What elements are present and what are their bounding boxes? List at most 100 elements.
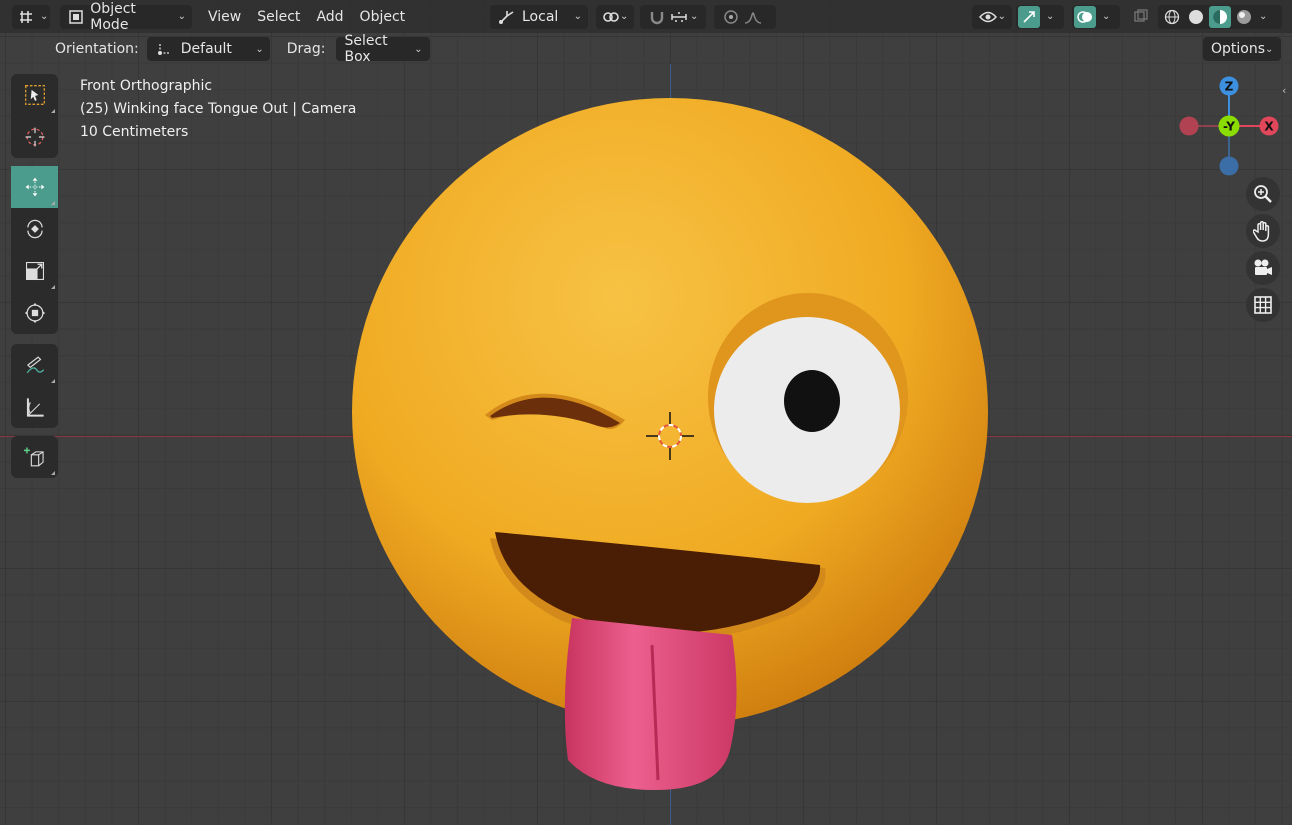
overlays-icon [1074, 5, 1096, 28]
chevron-down-icon: ⌄ [1259, 11, 1268, 22]
link-icon [602, 6, 620, 28]
cursor-tool[interactable] [11, 116, 58, 158]
pencil-icon [24, 354, 46, 376]
camera-view-button[interactable] [1246, 251, 1280, 285]
zoom-button[interactable] [1246, 177, 1280, 211]
options-dropdown[interactable]: Options ⌄ [1203, 37, 1281, 61]
local-orientation-icon [496, 6, 518, 28]
scale-icon [24, 260, 46, 282]
transform-icon [24, 302, 46, 324]
toolbar-group-annotate [11, 344, 58, 428]
rotate-icon [24, 218, 46, 240]
navigation-gizmo[interactable]: Z X -Y [1174, 74, 1286, 182]
menu-select[interactable]: Select [249, 9, 308, 25]
visibility-dropdown[interactable]: ⌄ [972, 4, 1012, 29]
scale-tool[interactable] [11, 250, 58, 292]
solid-shading-icon[interactable] [1185, 6, 1207, 28]
grid-axis-icon [18, 6, 34, 28]
editor-type-button[interactable]: ⌄ [12, 4, 50, 29]
wireframe-shading-icon[interactable] [1161, 6, 1183, 28]
default-orientation-icon [153, 38, 175, 60]
transform-tool[interactable] [11, 292, 58, 334]
mode-label: Object Mode [90, 0, 136, 33]
chevron-down-icon: ⌄ [177, 11, 186, 22]
chevron-down-icon: ⌄ [1046, 11, 1055, 22]
menu-add[interactable]: Add [308, 9, 351, 25]
chevron-down-icon: ⌄ [1265, 43, 1274, 55]
orientation-value: Default [180, 41, 232, 57]
menu-object[interactable]: Object [352, 9, 414, 25]
mode-dropdown[interactable]: Object Mode ⌄ [60, 1, 192, 33]
snap-increment-icon[interactable] [668, 6, 690, 28]
add-cube-tool[interactable] [11, 436, 58, 478]
snap-controls[interactable]: ⌄ [640, 4, 706, 29]
proportional-editing[interactable] [714, 4, 776, 29]
overlays-toggle[interactable]: ⌄ [1072, 4, 1120, 29]
shading-modes[interactable]: ⌄ [1158, 4, 1282, 29]
rendered-shading-icon[interactable] [1233, 6, 1255, 28]
header-menu: View Select Add Object [200, 9, 413, 25]
object-mode-icon [66, 6, 86, 28]
hand-icon [1252, 220, 1274, 242]
neg-z-handle[interactable] [1219, 156, 1239, 176]
rotate-tool[interactable] [11, 208, 58, 250]
drag-value: Select Box [344, 33, 388, 65]
viewport-header: ⌄ Object Mode ⌄ View Select Add Object L… [0, 0, 1292, 33]
material-preview-icon[interactable] [1209, 5, 1231, 28]
tongue [564, 618, 737, 790]
magnet-icon[interactable] [646, 6, 668, 28]
view-name: Front Orthographic [80, 78, 213, 94]
options-label: Options [1211, 41, 1266, 57]
measure-tool[interactable] [11, 386, 58, 428]
y-axis-label: -Y [1223, 120, 1235, 134]
falloff-curve-icon[interactable] [742, 6, 764, 28]
drag-dropdown[interactable]: Select Box ⌄ [336, 33, 431, 65]
orientation-dropdown[interactable]: Default ⌄ [146, 37, 270, 61]
chevron-down-icon: ⌄ [573, 11, 582, 22]
toolbar-group-select [11, 74, 58, 158]
viewport-info: Front Orthographic (25) Winking face Ton… [80, 75, 356, 144]
chevron-down-icon: ⌄ [997, 11, 1006, 22]
pivot-point-dropdown[interactable]: ⌄ [596, 4, 634, 29]
cursor-icon [24, 126, 46, 148]
chevron-down-icon: ⌄ [255, 43, 264, 55]
tool-settings-header: Orientation: Default ⌄ Drag: Select Box … [0, 33, 1292, 65]
winking-face-model[interactable] [340, 90, 1000, 800]
measure-icon [24, 396, 46, 418]
neg-x-handle[interactable] [1179, 116, 1199, 136]
add-cube-icon [23, 446, 46, 468]
transform-orientation-dropdown[interactable]: Local ⌄ [490, 4, 588, 29]
z-axis-label: Z [1225, 80, 1234, 94]
orientation-label: Local [522, 8, 559, 25]
gizmo-toggle[interactable]: ⌄ [1016, 4, 1064, 29]
drag-caption: Drag: [286, 41, 326, 57]
menu-view[interactable]: View [200, 9, 249, 25]
pan-button[interactable] [1246, 214, 1280, 248]
toolbar-group-add [11, 436, 58, 478]
chevron-down-icon: ⌄ [414, 43, 423, 55]
annotate-tool[interactable] [11, 344, 58, 386]
grid-icon [1252, 294, 1274, 316]
gizmo-icon [1018, 5, 1040, 28]
pupil [784, 370, 840, 432]
chevron-down-icon: ⌄ [40, 11, 49, 22]
x-axis-label: X [1264, 120, 1274, 134]
chevron-down-icon: ⌄ [690, 11, 699, 22]
chevron-down-icon: ⌄ [620, 11, 629, 22]
chevron-left-icon[interactable]: ‹ [1282, 84, 1286, 97]
move-tool[interactable] [11, 166, 58, 208]
camera-icon [1252, 257, 1274, 279]
proportional-edit-icon[interactable] [720, 6, 742, 28]
toolbar-group-transform [11, 166, 58, 334]
select-box-tool[interactable] [11, 74, 58, 116]
orientation-caption: Orientation: [55, 41, 139, 57]
chevron-down-icon: ⌄ [1102, 11, 1111, 22]
object-info: (25) Winking face Tongue Out | Camera [80, 101, 357, 117]
grid-scale: 10 Centimeters [80, 124, 189, 140]
select-box-icon [24, 84, 46, 106]
eye-icon [978, 6, 998, 28]
orthographic-toggle-button[interactable] [1246, 288, 1280, 322]
xray-icon[interactable] [1130, 5, 1152, 27]
zoom-icon [1252, 183, 1274, 205]
move-icon [24, 176, 46, 198]
